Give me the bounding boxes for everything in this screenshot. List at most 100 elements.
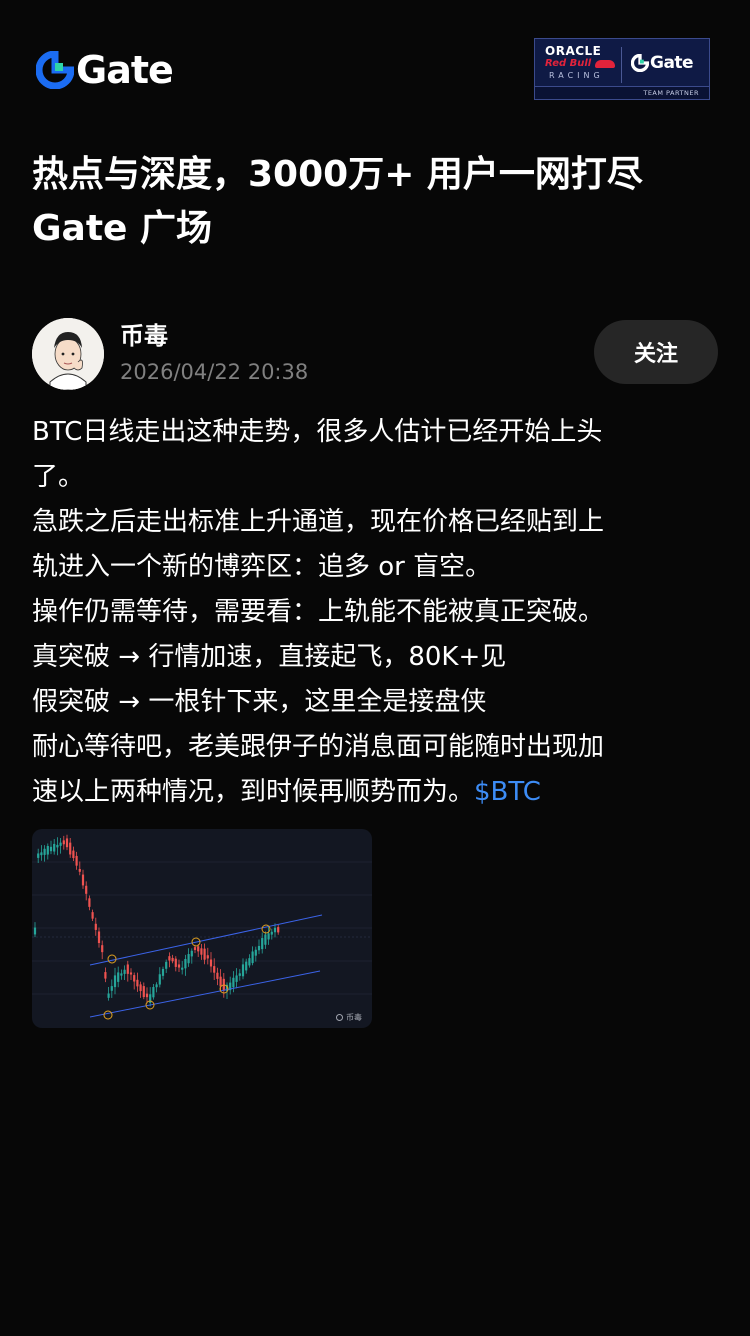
candle-body <box>216 972 219 979</box>
candle-body <box>264 934 267 945</box>
candle-body <box>75 855 78 866</box>
candle-body <box>126 964 129 974</box>
candle-body <box>248 958 251 966</box>
channel-upper-line <box>89 914 323 966</box>
candle-body <box>241 964 245 977</box>
post-timestamp: 2026/04/22 20:38 <box>120 360 309 384</box>
candle-body <box>56 844 59 848</box>
redbull-wordmark: Red Bull <box>545 58 592 69</box>
gate-logo-icon <box>36 51 74 89</box>
candle-body <box>219 976 222 987</box>
oracle-wordmark: ORACLE <box>545 44 602 58</box>
candle-body <box>158 974 161 985</box>
candle-body <box>94 923 97 930</box>
candle-body <box>123 969 126 974</box>
candle-body <box>174 958 177 967</box>
candle-body <box>62 840 65 845</box>
btc-ticker-link[interactable]: $BTC <box>474 777 541 807</box>
badge-divider <box>621 47 622 83</box>
candle-body <box>97 931 101 944</box>
post-line: 操作仍需等待，需要看：上轨能不能被真正突破。 <box>32 597 605 627</box>
candle-body <box>209 959 213 967</box>
candle-body <box>257 945 261 951</box>
candle-body <box>120 973 123 976</box>
author-avatar[interactable] <box>32 318 104 390</box>
candle-body <box>152 987 155 998</box>
author-name[interactable]: 币毒 <box>120 320 168 352</box>
gate-logo-text: Gate <box>76 48 174 92</box>
candle-body <box>85 885 88 894</box>
candle-body <box>69 842 72 855</box>
post-line: 轨进入一个新的博弈区：追多 or 盲空。 <box>32 552 492 582</box>
candle-body <box>190 950 193 957</box>
candle-body <box>81 874 85 886</box>
headline-line-2: Gate 广场 <box>32 208 213 249</box>
candle-body <box>129 972 133 975</box>
post-line-text: 速以上两种情况，到时候再顺势而为。 <box>32 777 475 807</box>
post-line-last: 速以上两种情况，到时候再顺势而为。$BTC <box>32 770 722 815</box>
candle-body <box>203 948 206 960</box>
candle-body <box>37 853 40 858</box>
candle-body <box>213 966 216 973</box>
candle-body <box>254 949 257 956</box>
watermark-text: 币毒 <box>346 1013 362 1022</box>
candle-body <box>206 955 209 959</box>
racing-wordmark: RACING <box>549 71 604 80</box>
candle-body <box>49 846 53 852</box>
team-partner-badge: ORACLE Red Bull RACING Gate TEAM PARTNER <box>534 38 710 100</box>
candle-body <box>110 986 113 991</box>
candle-body <box>197 946 200 952</box>
candle-body <box>245 961 248 971</box>
candle-body <box>40 852 43 856</box>
candle-body <box>46 845 49 855</box>
post-line: 耐心等待吧，老美跟伊子的消息面可能随时出现加 <box>32 732 605 762</box>
candle-body <box>139 984 142 992</box>
chart-watermark: 币毒 <box>336 1012 362 1023</box>
candle-body <box>232 977 235 988</box>
badge-gate-logo: Gate <box>631 53 694 73</box>
candle-body <box>161 968 165 976</box>
headline-line-1: 热点与深度，3000万+ 用户一网打尽 <box>32 154 643 195</box>
candle-body <box>104 972 107 979</box>
candle-body <box>142 986 145 998</box>
candle-body <box>113 975 117 988</box>
candle-body <box>177 964 181 968</box>
candle-body <box>187 954 190 964</box>
candle-body <box>181 967 184 970</box>
candle-body <box>270 931 273 935</box>
candle-body <box>261 938 264 950</box>
candle-body <box>53 843 56 852</box>
chart-image[interactable]: 币毒 <box>32 829 372 1028</box>
candle-body <box>117 972 120 982</box>
candle-body <box>200 948 203 955</box>
candle-body <box>133 975 136 982</box>
page-headline: 热点与深度，3000万+ 用户一网打尽 Gate 广场 <box>32 148 722 256</box>
candle-body <box>72 850 75 859</box>
candle-body <box>59 842 62 846</box>
candle-body <box>107 993 110 998</box>
post-line: BTC日线走出这种走势，很多人估计已经开始上头 <box>32 417 603 447</box>
follow-button[interactable]: 关注 <box>594 320 718 384</box>
candle-body <box>184 958 187 969</box>
candle-body <box>193 947 197 950</box>
candle-body <box>273 927 277 933</box>
candle-body <box>101 945 104 953</box>
candle-body <box>136 979 139 987</box>
candle-body <box>78 869 81 872</box>
candle-body <box>235 975 238 982</box>
badge-gate-text: Gate <box>650 53 694 73</box>
candle-body <box>145 993 149 998</box>
candle-body <box>165 961 168 969</box>
candle-body <box>155 984 158 988</box>
channel-touch-marker <box>103 1010 113 1020</box>
candle-body <box>43 848 46 855</box>
candle-body <box>171 957 174 962</box>
candle-body <box>33 927 37 935</box>
candle-body <box>238 973 241 976</box>
candle-body <box>91 912 94 919</box>
candle-body <box>88 898 91 907</box>
post-line: 了。 <box>32 462 85 492</box>
candle-body <box>251 951 254 964</box>
gate-logo: Gate <box>36 48 174 92</box>
badge-gate-icon <box>631 54 649 72</box>
